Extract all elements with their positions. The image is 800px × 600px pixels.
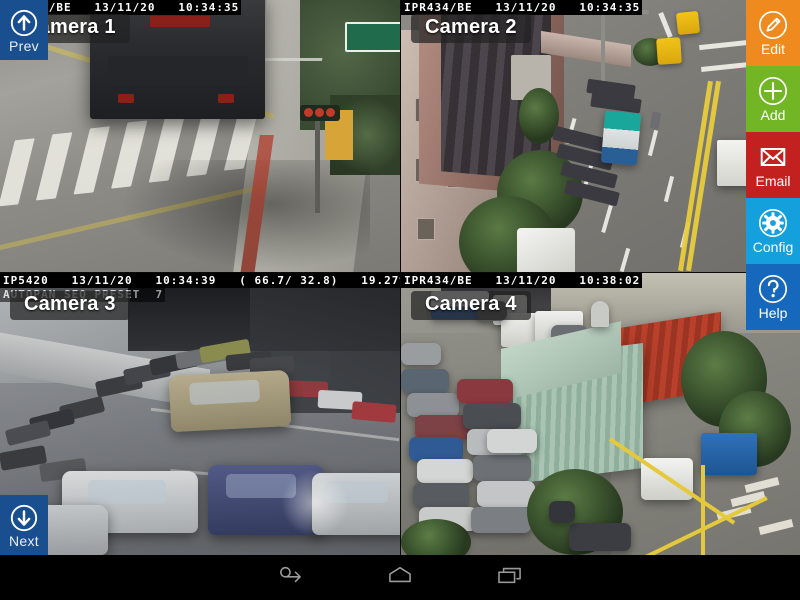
next-page-label: Next [9,532,39,549]
camera-tile-3[interactable]: IP5420 13/11/20 10:34:39 ( 66.7/ 32.8) 1… [0,273,400,555]
sidebar-item-edit-label: Edit [760,41,786,57]
camera-4-osd-line1: IPR434/BE 13/11/20 10:38:02 [401,273,643,288]
home-button[interactable] [355,555,445,600]
app-root: IPR434/BE 13/11/20 10:34:35 Camera 1 IPR… [0,0,800,600]
grid-horizontal-divider [0,272,800,273]
camera-4-label: Camera 4 [411,291,531,320]
camera-tile-1[interactable]: IPR434/BE 13/11/20 10:34:35 Camera 1 [0,0,400,272]
home-icon [385,564,415,591]
camera-2-osd-line1: IPR434/BE 13/11/20 10:34:35 [401,0,643,15]
sidebar-item-email-label: Email [755,173,791,189]
grid-vertical-divider [400,0,401,555]
recents-button[interactable] [465,555,555,600]
plus-circle-icon [757,75,789,107]
camera-tile-2[interactable]: IPR434/BE 13/11/20 10:34:35 Camera 2 [401,0,800,272]
sidebar-item-add[interactable]: Add [746,66,800,132]
question-circle-icon [757,273,789,305]
envelope-icon [757,141,789,173]
sidebar-item-edit[interactable]: Edit [746,0,800,66]
recents-icon [495,564,525,591]
prev-page-button[interactable]: Prev [0,0,48,60]
back-icon [275,564,305,591]
sidebar-item-config[interactable]: Config [746,198,800,264]
sidebar-item-help[interactable]: Help [746,264,800,330]
action-sidebar: Edit Add Email Config Help [746,0,800,330]
arrow-down-circle-icon [9,503,39,533]
sidebar-item-help-label: Help [758,305,788,321]
system-navigation-bar [0,555,800,600]
arrow-up-circle-icon [9,8,39,38]
sidebar-item-add-label: Add [760,107,786,123]
pencil-circle-icon [757,9,789,41]
back-button[interactable] [245,555,335,600]
camera-grid: IPR434/BE 13/11/20 10:34:35 Camera 1 IPR… [0,0,800,555]
next-page-button[interactable]: Next [0,495,48,555]
camera-3-osd-line1: IP5420 13/11/20 10:34:39 ( 66.7/ 32.8) 1… [0,273,400,288]
prev-page-label: Prev [9,37,39,54]
gear-circle-icon [757,207,789,239]
camera-3-label: Camera 3 [10,291,130,320]
sidebar-item-config-label: Config [752,239,794,255]
camera-tile-4[interactable]: IPR434/BE 13/11/20 10:38:02 Camera 4 [401,273,800,555]
camera-2-label: Camera 2 [411,14,531,43]
sidebar-item-email[interactable]: Email [746,132,800,198]
